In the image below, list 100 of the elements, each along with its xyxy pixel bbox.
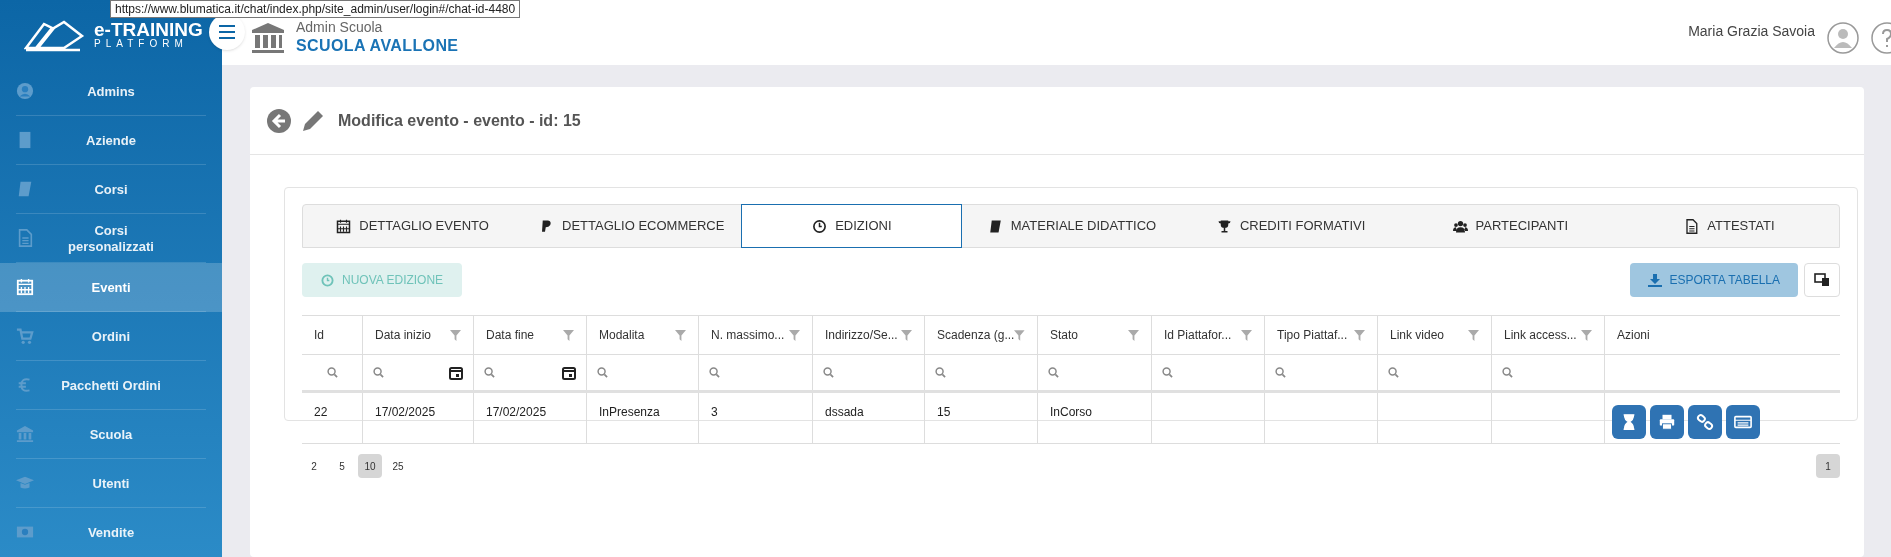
download-icon [1647,273,1662,287]
filter-icon[interactable] [1581,329,1592,341]
page-size-option[interactable]: 2 [302,454,326,478]
column-header: Tipo Piattaf... [1277,327,1348,344]
table-cell: 22 [314,405,328,419]
clock-icon [321,273,334,287]
sidebar-item[interactable]: Utenti [0,459,222,508]
menu-icon [219,25,235,39]
page-button[interactable]: 1 [1816,454,1840,478]
column-header: Data fine [486,327,535,344]
sidebar-item[interactable]: Corsi [0,165,222,214]
column-header: Link access... [1504,327,1577,344]
column-header: Azioni [1617,327,1650,344]
cart-icon [16,327,34,345]
back-icon[interactable] [266,107,292,134]
page-size-option[interactable]: 5 [330,454,354,478]
filter-field[interactable] [326,367,338,378]
search-icon [1275,367,1286,378]
link-icon [1696,413,1714,431]
filter-icon[interactable] [1241,329,1252,341]
user-icon [16,82,34,100]
filter-field[interactable] [484,365,576,380]
user-name: Maria Grazia Savoia [1688,22,1815,41]
calendar-icon [16,278,34,296]
trophy-icon [1216,218,1232,234]
search-icon [326,367,338,378]
table-cell: 17/02/2025 [486,405,547,419]
role-label: Admin Scuola [296,18,384,37]
logo-subtitle: PLATFORM [94,39,189,49]
tab[interactable]: MATERIALE DIDATTICO [962,205,1182,247]
column-header: Indirizzo/Se... [825,327,898,344]
link-button[interactable] [1688,405,1722,439]
users-icon [1452,218,1468,234]
search-icon [597,367,608,378]
tab[interactable]: ATTESTATI [1619,205,1839,247]
column-header: Id [314,327,324,344]
filter-icon[interactable] [1468,329,1479,341]
column-header: Data inizio [375,327,432,344]
logo-title: e-TRAINING [94,20,203,39]
tab[interactable]: EDIZIONI [741,204,963,248]
filter-icon[interactable] [1128,329,1139,341]
filter-icon[interactable] [675,329,686,341]
sidebar-item[interactable]: Ordini [0,312,222,361]
filter-icon[interactable] [789,329,800,341]
search-icon [1048,367,1059,378]
table-cell: InCorso [1050,405,1093,419]
calendar-icon[interactable] [449,365,463,380]
card-button[interactable] [1726,405,1760,439]
avatar-icon[interactable] [1827,21,1859,54]
filter-icon[interactable] [563,329,574,341]
tab[interactable]: DETTAGLIO EVENTO [303,205,523,247]
table-cell: 3 [711,405,718,419]
search-icon [1502,367,1513,378]
column-header: N. massimo... [711,327,785,344]
table-cell: InPresenza [599,405,660,419]
print-icon [1658,413,1676,431]
table-cell: dssada [825,405,864,419]
filter-icon[interactable] [1014,329,1025,341]
file-icon [16,229,34,247]
search-icon [1162,367,1173,378]
tab[interactable]: CREDITI FORMATIVI [1181,205,1401,247]
page-size-option[interactable]: 10 [358,454,382,478]
calendar-icon [336,218,352,234]
filter-field[interactable] [373,365,463,380]
column-header: Id Piattafor... [1164,327,1232,344]
table-cell: 17/02/2025 [375,405,436,419]
search-icon [823,367,834,378]
print-button[interactable] [1650,405,1684,439]
sidebar-item[interactable]: Admins [0,67,222,116]
filter-icon[interactable] [901,329,912,341]
column-header: Scadenza (g... [937,327,1015,344]
columns-toggle-button[interactable] [1804,263,1840,297]
sidebar-item[interactable]: Aziende [0,116,222,165]
card-icon [1734,413,1752,431]
search-icon [1388,367,1399,378]
calendar-icon[interactable] [562,365,576,380]
column-header: Modalita [599,327,645,344]
filter-icon[interactable] [450,329,461,341]
page-size-option[interactable]: 25 [386,454,410,478]
search-icon [373,367,384,378]
windows-icon [1814,273,1830,287]
tab[interactable]: DETTAGLIO ECOMMERCE [522,205,742,247]
page-title: Modifica evento - evento - id: 15 [338,110,581,131]
url-tooltip: https://www.blumatica.it/chat/index.php/site_admin/user/login#/chat-id-4480 [110,0,521,18]
school-name: SCUOLA AVALLONE [296,36,459,57]
sidebar-item[interactable]: Pacchetti Ordini [0,361,222,410]
hourglass-button[interactable] [1612,405,1646,439]
book-icon [987,218,1003,234]
column-header: Stato [1050,327,1079,344]
table-cell: 15 [937,405,951,419]
tab[interactable]: PARTECIPANTI [1400,205,1620,247]
filter-icon[interactable] [1354,329,1365,341]
search-icon [484,367,495,378]
column-header: Link video [1390,327,1445,344]
sidebar-item[interactable]: Scuola [0,410,222,459]
bank-icon [16,425,34,443]
sidebar-item[interactable]: Corsi personalizzati [0,214,222,263]
search-icon [935,367,946,378]
bank-icon [250,21,286,54]
file-icon [1684,218,1700,234]
